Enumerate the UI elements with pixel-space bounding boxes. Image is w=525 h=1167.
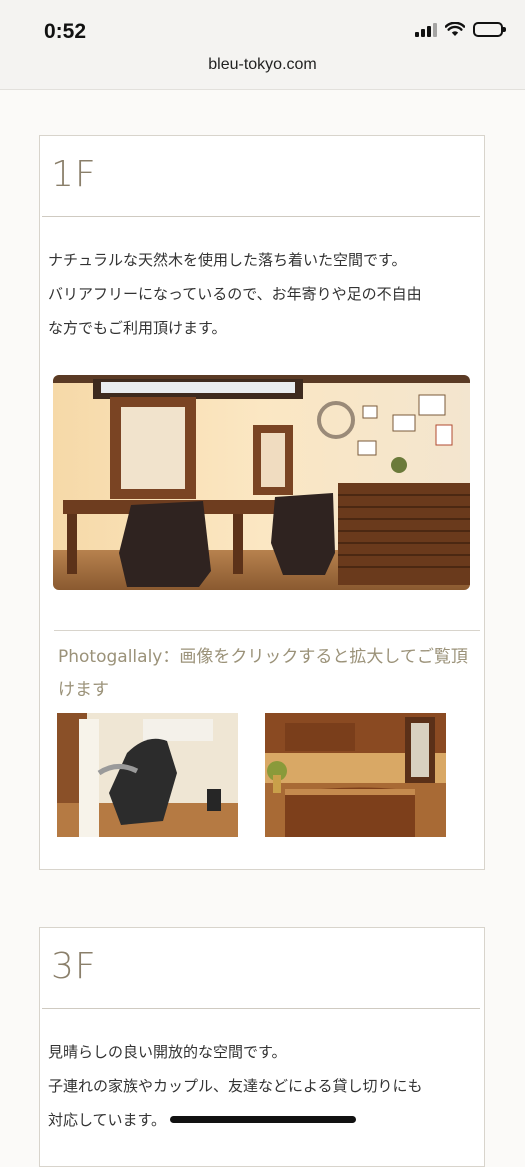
description-line: ナチュラルな天然木を使用した落ち着いた空間です。 bbox=[48, 251, 407, 269]
floor-1-description: ナチュラルな天然木を使用した落ち着いた空間です。 バリアフリーになっているので、… bbox=[40, 217, 484, 345]
home-indicator[interactable] bbox=[170, 1116, 356, 1123]
cellular-signal-icon bbox=[415, 22, 437, 37]
system-icons bbox=[415, 22, 506, 37]
floor-3-title: 3F bbox=[42, 928, 480, 1009]
battery-icon bbox=[473, 22, 506, 37]
wifi-icon bbox=[445, 22, 465, 36]
description-line: な方でもご利用頂けます。 bbox=[48, 319, 227, 337]
floor-1-card: 1F ナチュラルな天然木を使用した落ち着いた空間です。 バリアフリーになっている… bbox=[39, 135, 485, 870]
gallery-thumbnail-1[interactable] bbox=[57, 713, 238, 837]
reception-counter-image bbox=[265, 713, 446, 837]
browser-status-bar: 0:52 bleu-tokyo.com bbox=[0, 0, 525, 90]
address-bar-url[interactable]: bleu-tokyo.com bbox=[0, 56, 525, 74]
shampoo-chair-image bbox=[57, 713, 238, 837]
gallery-thumbnail-2[interactable] bbox=[265, 713, 446, 837]
description-line: 子連れの家族やカップル、友達などによる貸し切りにも bbox=[48, 1077, 423, 1095]
floor-3-card: 3F 見晴らしの良い開放的な空間です。 子連れの家族やカップル、友達などによる貸… bbox=[39, 927, 485, 1167]
floor-1-title: 1F bbox=[42, 136, 480, 217]
clock-time: 0:52 bbox=[44, 20, 87, 43]
gallery-divider bbox=[54, 630, 480, 631]
floor-1-main-photo[interactable] bbox=[53, 375, 470, 590]
gallery-caption: Photogallaly：画像をクリックすると拡大してご覧頂けます bbox=[58, 647, 468, 700]
salon-interior-image bbox=[53, 375, 470, 590]
description-line: バリアフリーになっているので、お年寄りや足の不自由 bbox=[48, 285, 422, 303]
description-line: 見晴らしの良い開放的な空間です。 bbox=[48, 1043, 287, 1061]
